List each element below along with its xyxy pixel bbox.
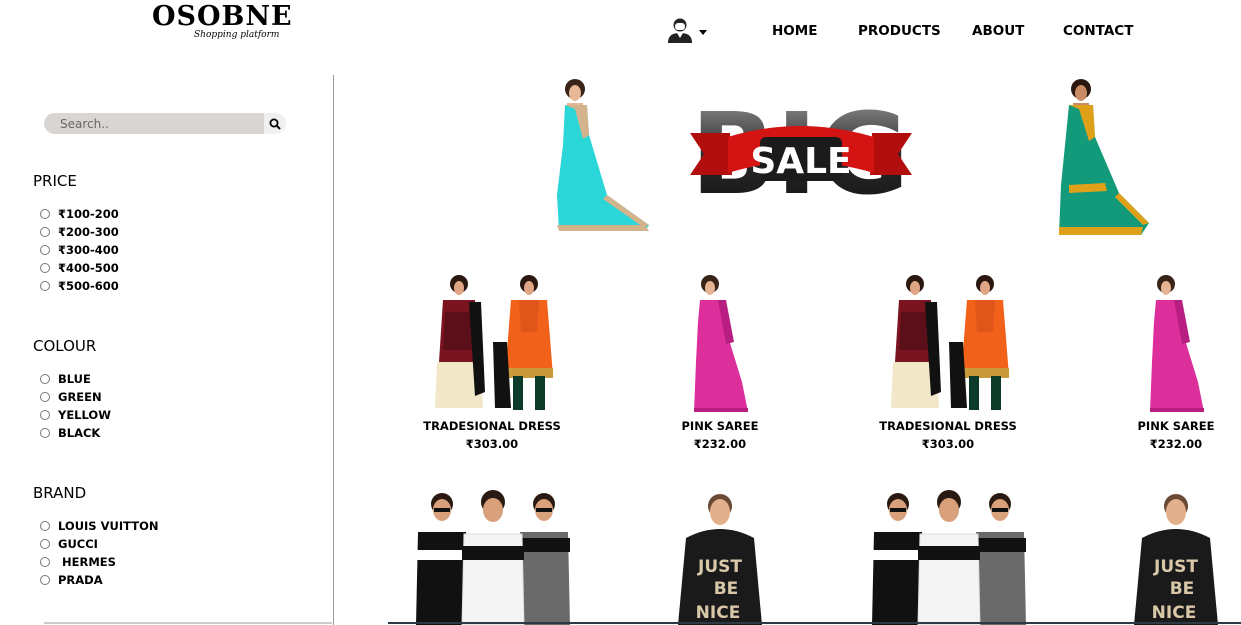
price-option[interactable]: ₹300-400 <box>40 241 119 259</box>
colour-option[interactable]: BLUE <box>40 370 91 388</box>
product-image-traditional-dress[interactable] <box>881 272 1019 416</box>
colour-option[interactable]: GREEN <box>40 388 102 406</box>
hoodie-text: JUST <box>1153 557 1198 577</box>
banner-saree-cyan-image <box>557 79 649 231</box>
price-option[interactable]: ₹400-500 <box>40 259 119 277</box>
nav-about[interactable]: ABOUT <box>972 23 1024 39</box>
product-image-traditional-dress[interactable] <box>425 272 563 416</box>
search-icon <box>269 118 281 130</box>
user-menu[interactable] <box>667 17 711 48</box>
search-bar <box>44 113 286 134</box>
radio-button[interactable] <box>40 281 50 291</box>
product-image-tshirts[interactable] <box>414 488 572 625</box>
big-sale-banner: BIG SALE <box>690 90 912 200</box>
radio-button[interactable] <box>40 410 50 420</box>
colour-option[interactable]: YELLOW <box>40 406 111 424</box>
sidebar-divider <box>333 75 334 625</box>
radio-button[interactable] <box>40 209 50 219</box>
sale-text: SALE <box>750 141 851 182</box>
product-price: ₹232.00 <box>1149 437 1203 451</box>
price-option-label: ₹500-600 <box>58 279 119 293</box>
product-name[interactable]: PINK SAREE <box>630 419 810 433</box>
nav-products[interactable]: PRODUCTS <box>858 23 941 39</box>
hoodie-text: NICE <box>696 603 741 623</box>
product-image-tshirts[interactable] <box>870 488 1028 625</box>
brand-option-label: LOUIS VUITTON <box>58 519 159 533</box>
hoodie-text: JUST <box>697 557 742 577</box>
nav-contact[interactable]: CONTACT <box>1063 23 1133 39</box>
price-option-label: ₹300-400 <box>58 243 119 257</box>
logo-tagline: Shopping platform <box>194 30 280 40</box>
colour-option-label: GREEN <box>58 390 102 404</box>
radio-button[interactable] <box>40 575 50 585</box>
colour-option[interactable]: BLACK <box>40 424 100 442</box>
price-option[interactable]: ₹100-200 <box>40 205 119 223</box>
price-filter-title: PRICE <box>33 172 77 190</box>
colour-option-label: BLACK <box>58 426 101 440</box>
brand-option-label: GUCCI <box>58 537 98 551</box>
footer-divider <box>44 622 332 624</box>
search-button[interactable] <box>264 113 286 134</box>
product-name[interactable]: TRADESIONAL DRESS <box>858 419 1038 433</box>
brand-filter-title: BRAND <box>33 484 87 502</box>
brand-option[interactable]: PRADA <box>40 571 103 589</box>
radio-button[interactable] <box>40 521 50 531</box>
product-image-pink-saree[interactable] <box>686 272 754 416</box>
hoodie-text: BE <box>714 579 739 599</box>
colour-option-label: BLUE <box>58 372 91 386</box>
radio-button[interactable] <box>40 428 50 438</box>
brand-option[interactable]: HERMES <box>40 553 116 571</box>
colour-option-label: YELLOW <box>58 408 111 422</box>
nav-home[interactable]: HOME <box>772 23 817 39</box>
product-name[interactable]: TRADESIONAL DRESS <box>402 419 582 433</box>
search-input[interactable] <box>44 113 264 134</box>
user-avatar-icon <box>667 17 693 48</box>
product-image-pink-saree[interactable] <box>1142 272 1210 416</box>
colour-filter-title: COLOUR <box>33 337 97 355</box>
radio-button[interactable] <box>40 263 50 273</box>
product-price: ₹303.00 <box>921 437 975 451</box>
banner-saree-green-image <box>1059 79 1149 235</box>
radio-button[interactable] <box>40 392 50 402</box>
radio-button[interactable] <box>40 227 50 237</box>
price-option-label: ₹100-200 <box>58 207 119 221</box>
radio-button[interactable] <box>40 374 50 384</box>
footer-divider <box>388 622 1241 624</box>
hoodie-text: NICE <box>1152 603 1197 623</box>
hoodie-text: BE <box>1170 579 1195 599</box>
price-option-label: ₹400-500 <box>58 261 119 275</box>
radio-button[interactable] <box>40 245 50 255</box>
logo-name: OSOBNE <box>152 1 293 32</box>
brand-option[interactable]: GUCCI <box>40 535 98 553</box>
radio-button[interactable] <box>40 539 50 549</box>
brand-option-label: HERMES <box>58 555 116 569</box>
product-price: ₹303.00 <box>465 437 519 451</box>
brand-option-label: PRADA <box>58 573 103 587</box>
radio-button[interactable] <box>40 557 50 567</box>
price-option-label: ₹200-300 <box>58 225 119 239</box>
product-name[interactable]: PINK SAREE <box>1086 419 1241 433</box>
logo[interactable]: OSOBNE Shopping platform <box>152 2 292 46</box>
chevron-down-icon <box>699 29 707 35</box>
brand-option[interactable]: LOUIS VUITTON <box>40 517 158 535</box>
price-option[interactable]: ₹500-600 <box>40 277 119 295</box>
product-image-hoodie[interactable]: JUST BE NICE <box>1134 490 1218 625</box>
product-image-hoodie[interactable]: JUST BE NICE <box>678 490 762 625</box>
price-option[interactable]: ₹200-300 <box>40 223 119 241</box>
product-price: ₹232.00 <box>693 437 747 451</box>
